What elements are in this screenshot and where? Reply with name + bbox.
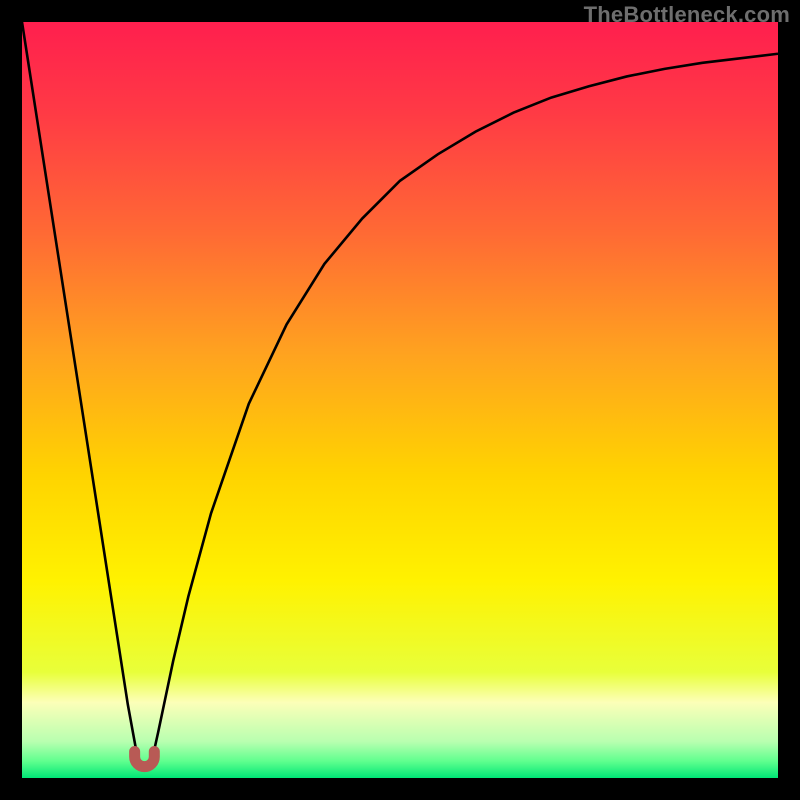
- watermark-label: TheBottleneck.com: [584, 2, 790, 28]
- chart-background: [22, 22, 778, 778]
- chart-plot-area: [22, 22, 778, 778]
- chart-frame: TheBottleneck.com: [0, 0, 800, 800]
- chart-svg: [22, 22, 778, 778]
